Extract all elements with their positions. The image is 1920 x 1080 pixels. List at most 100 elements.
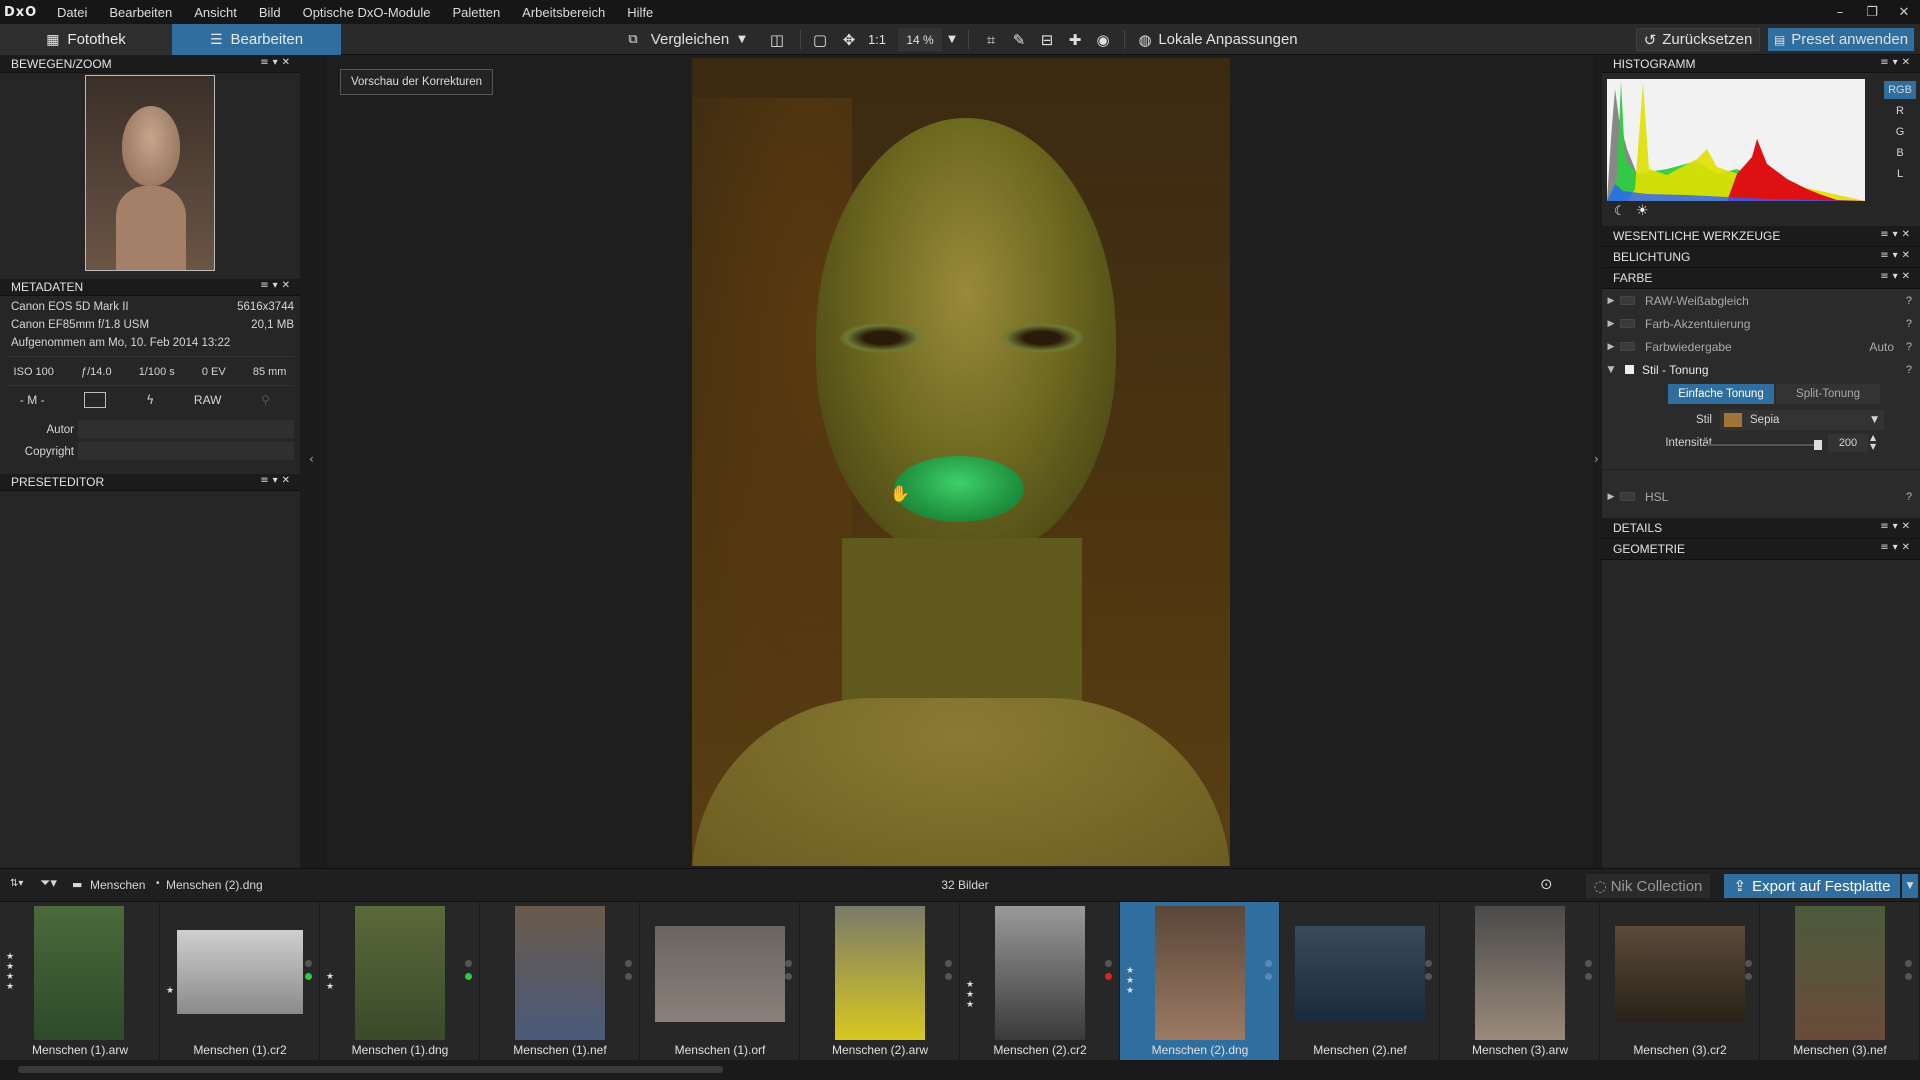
geometry-header[interactable]: GEOMETRIE ≡▾✕	[1602, 539, 1920, 560]
panel-menu-close-icon[interactable]: ≡▾✕	[1880, 542, 1914, 553]
thumbnail[interactable]: ★ ★ Menschen (1).dng	[320, 902, 480, 1060]
help-icon[interactable]: ?	[1906, 364, 1912, 376]
style-toning-row[interactable]: ▼ Stil - Tonung ?	[1602, 358, 1920, 381]
highlight-clip-icon[interactable]: ☀	[1636, 203, 1649, 219]
collapse-left-icon[interactable]: ‹	[309, 452, 314, 466]
collapse-right-icon[interactable]: ›	[1594, 452, 1599, 466]
reset-button[interactable]: ↺ Zurücksetzen	[1636, 28, 1760, 51]
image-viewer[interactable]: Vorschau der Korrekturen ✋	[327, 56, 1593, 868]
repair-icon[interactable]: ✚	[1064, 28, 1086, 51]
thumbnail[interactable]: Menschen (2).nef	[1280, 902, 1440, 1060]
intensity-slider-handle[interactable]	[1814, 440, 1822, 450]
rating-stars[interactable]: ★ ★ ★ ★	[6, 952, 14, 992]
export-dropdown-icon[interactable]: ▼	[1902, 874, 1918, 898]
eyedropper-icon[interactable]: ✎	[1008, 28, 1030, 51]
raw-wb-toggle[interactable]	[1620, 296, 1635, 305]
zoom-1to1-button[interactable]: 1:1	[864, 28, 890, 51]
essential-tools-header[interactable]: WESENTLICHE WERKZEUGE ≡▾✕	[1602, 226, 1920, 247]
navigator-thumbnail[interactable]	[85, 75, 215, 271]
histogram-header[interactable]: HISTOGRAMM ≡▾✕	[1602, 56, 1920, 73]
tab-fotothek[interactable]: ▦ Fotothek	[0, 24, 172, 55]
export-button[interactable]: ⇪ Export auf Festplatte	[1724, 874, 1900, 898]
thumbnail[interactable]: ★ ★ ★ Menschen (2).cr2	[960, 902, 1120, 1060]
zoom-level-field[interactable]: 14 %	[898, 28, 942, 51]
main-photo[interactable]: ✋	[692, 58, 1230, 866]
menu-bild[interactable]: Bild	[248, 5, 292, 20]
collapse-icon[interactable]: ▼	[1602, 365, 1620, 375]
hsl-row[interactable]: ▶ HSL ?	[1602, 485, 1920, 508]
shadow-clip-icon[interactable]: ☾	[1614, 204, 1626, 219]
expand-icon[interactable]: ▶	[1602, 319, 1620, 329]
panel-menu-close-icon[interactable]: ≡▾✕	[260, 57, 294, 68]
scrollbar-thumb[interactable]	[18, 1066, 723, 1073]
menu-optische-module[interactable]: Optische DxO-Module	[292, 5, 442, 20]
help-icon[interactable]: ?	[1906, 341, 1912, 353]
menu-ansicht[interactable]: Ansicht	[183, 5, 248, 20]
color-rendering-toggle[interactable]	[1620, 342, 1635, 351]
menu-arbeitsbereich[interactable]: Arbeitsbereich	[511, 5, 616, 20]
metadata-header[interactable]: METADATEN ≡▾✕	[0, 279, 300, 296]
simple-toning-tab[interactable]: Einfache Tonung	[1668, 384, 1774, 404]
hsl-toggle[interactable]	[1620, 492, 1635, 501]
zoom-dropdown-icon[interactable]: ▼	[944, 28, 960, 51]
minimize-button[interactable]: –	[1824, 0, 1856, 24]
menu-bearbeiten[interactable]: Bearbeiten	[98, 5, 183, 20]
crop-icon[interactable]: ⌗	[980, 28, 1002, 51]
help-icon[interactable]: ?	[1906, 318, 1912, 330]
channel-l[interactable]: L	[1884, 165, 1916, 183]
side-by-side-icon[interactable]: ◫	[766, 28, 788, 51]
copyright-field[interactable]	[78, 442, 294, 460]
color-header[interactable]: FARBE ≡▾✕	[1602, 268, 1920, 289]
right-collapse-strip[interactable]: ›	[1593, 56, 1602, 868]
thumbnail[interactable]: ★ Menschen (1).cr2	[160, 902, 320, 1060]
panel-menu-close-icon[interactable]: ≡▾✕	[260, 475, 294, 486]
horizon-icon[interactable]: ⊟	[1036, 28, 1058, 51]
compare-button[interactable]: Vergleichen	[648, 28, 732, 51]
filter-icon[interactable]: ⏷▾	[40, 876, 57, 891]
color-rendering-row[interactable]: ▶ Farbwiedergabe Auto ?	[1602, 335, 1920, 358]
local-adjustments-button[interactable]: Lokale Anpassungen	[1158, 28, 1298, 51]
thumbnail[interactable]: Menschen (2).arw	[800, 902, 960, 1060]
share-icon[interactable]: ⊙	[1540, 875, 1553, 893]
thumbnail-selected[interactable]: ★ ★ ★ Menschen (2).dng	[1120, 902, 1280, 1060]
details-header[interactable]: DETAILS ≡▾✕	[1602, 518, 1920, 539]
expand-icon[interactable]: ▶	[1602, 342, 1620, 352]
menu-hilfe[interactable]: Hilfe	[616, 5, 664, 20]
breadcrumb-folder[interactable]: Menschen	[90, 878, 145, 892]
color-accent-row[interactable]: ▶ Farb-Akzentuierung ?	[1602, 312, 1920, 335]
raw-wb-row[interactable]: ▶ RAW-Weißabgleich ?	[1602, 289, 1920, 312]
red-eye-icon[interactable]: ◉	[1092, 28, 1114, 51]
thumbnail[interactable]: Menschen (1).orf	[640, 902, 800, 1060]
intensity-input[interactable]: 200	[1828, 434, 1868, 452]
channel-b[interactable]: B	[1884, 144, 1916, 162]
fit-screen-icon[interactable]: ▢	[810, 28, 830, 51]
intensity-stepper[interactable]: ▲ ▼	[1870, 433, 1876, 451]
channel-rgb[interactable]: RGB	[1884, 81, 1916, 99]
help-icon[interactable]: ?	[1906, 491, 1912, 503]
preview-corrections-button[interactable]: Vorschau der Korrekturen	[340, 69, 494, 95]
panel-menu-close-icon[interactable]: ≡▾✕	[1880, 250, 1914, 261]
help-icon[interactable]: ?	[1906, 295, 1912, 307]
preset-editor-header[interactable]: PRESETEDITOR ≡▾✕	[0, 474, 300, 491]
rating-stars[interactable]: ★ ★ ★	[1126, 966, 1134, 996]
close-window-button[interactable]: ✕	[1888, 0, 1920, 24]
style-select[interactable]: Sepia ▼	[1720, 410, 1884, 430]
menu-datei[interactable]: Datei	[46, 5, 98, 20]
color-accent-toggle[interactable]	[1620, 319, 1635, 328]
exposure-header[interactable]: BELICHTUNG ≡▾✕	[1602, 247, 1920, 268]
thumbnail[interactable]: Menschen (1).nef	[480, 902, 640, 1060]
author-field[interactable]	[78, 420, 294, 438]
rating-stars[interactable]: ★	[166, 986, 174, 996]
apply-preset-button[interactable]: ▤ Preset anwenden	[1768, 28, 1914, 51]
rating-stars[interactable]: ★ ★	[326, 972, 334, 992]
rating-stars[interactable]: ★ ★ ★	[966, 980, 974, 1010]
nik-collection-button[interactable]: ◌ Nik Collection	[1586, 874, 1710, 898]
move-zoom-header[interactable]: BEWEGEN/ZOOM ≡▾✕	[0, 56, 300, 73]
compare-dropdown-icon[interactable]: ▼	[734, 28, 750, 51]
thumbnail[interactable]: Menschen (3).nef	[1760, 902, 1920, 1060]
expand-icon[interactable]: ▶	[1602, 492, 1620, 502]
panel-menu-close-icon[interactable]: ≡▾✕	[1880, 271, 1914, 282]
thumbnail[interactable]: Menschen (3).cr2	[1600, 902, 1760, 1060]
move-icon[interactable]: ✥	[838, 28, 860, 51]
channel-r[interactable]: R	[1884, 102, 1916, 120]
